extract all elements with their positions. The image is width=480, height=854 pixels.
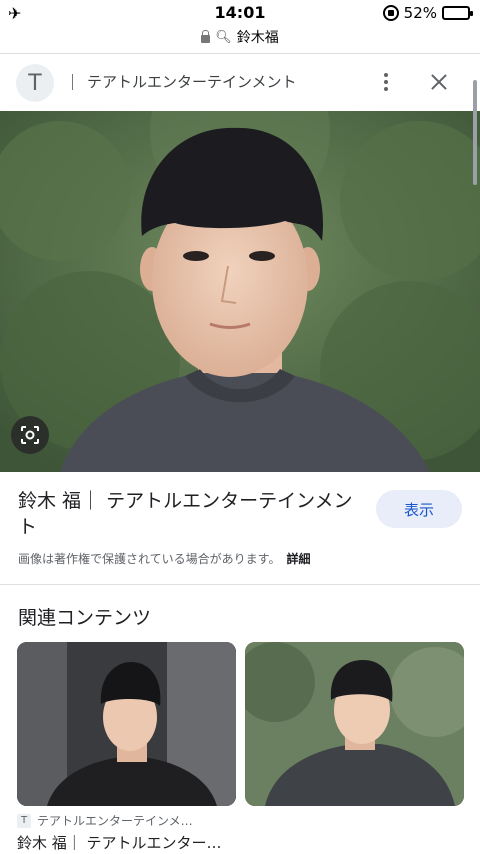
- battery-percent: 52%: [403, 4, 437, 22]
- url-text: 鈴木福: [236, 30, 279, 46]
- main-image[interactable]: [0, 111, 480, 472]
- lens-icon: [21, 426, 39, 444]
- battery-icon: [442, 6, 473, 20]
- lens-search-button[interactable]: [11, 416, 49, 454]
- lock-icon: [201, 29, 211, 43]
- details-link[interactable]: 詳細: [286, 552, 310, 566]
- status-right: 52%: [382, 4, 473, 22]
- status-bar: ✈ 14:01 52%: [0, 0, 480, 26]
- image-title: 鈴木 福｜ テアトルエンターテインメント: [18, 490, 353, 538]
- scrollbar[interactable]: [473, 80, 477, 185]
- related-image: [17, 642, 236, 806]
- copyright-text: 画像は著作権で保護されている場合があります。: [18, 552, 281, 566]
- card-source-text: テアトルエンターテインメ…: [37, 814, 193, 828]
- show-button[interactable]: 表示: [376, 490, 462, 528]
- orientation-lock-icon: [382, 5, 399, 21]
- divider: [0, 584, 480, 585]
- source-title[interactable]: テアトルエンターテインメント: [87, 71, 297, 92]
- header-separator: [72, 74, 73, 90]
- source-favicon: T: [17, 813, 31, 828]
- image-viewer-header: T テアトルエンターテインメント: [0, 54, 480, 111]
- card-title[interactable]: 鈴木 福｜ テアトルエンター…: [17, 832, 232, 853]
- related-card[interactable]: [17, 642, 236, 806]
- card-source: T テアトルエンターテインメ…: [17, 812, 227, 829]
- related-image: [245, 642, 464, 806]
- close-icon[interactable]: [426, 69, 452, 95]
- copyright-note: 画像は著作権で保護されている場合があります。 詳細: [18, 550, 310, 567]
- site-favicon[interactable]: T: [16, 64, 54, 102]
- related-heading: 関連コンテンツ: [18, 607, 152, 629]
- related-card[interactable]: [245, 642, 464, 806]
- search-icon: 🔍︎: [215, 29, 232, 45]
- more-options-icon[interactable]: [376, 69, 396, 95]
- url-bar[interactable]: 🔍︎ 鈴木福: [0, 24, 480, 50]
- portrait-image: [0, 111, 480, 472]
